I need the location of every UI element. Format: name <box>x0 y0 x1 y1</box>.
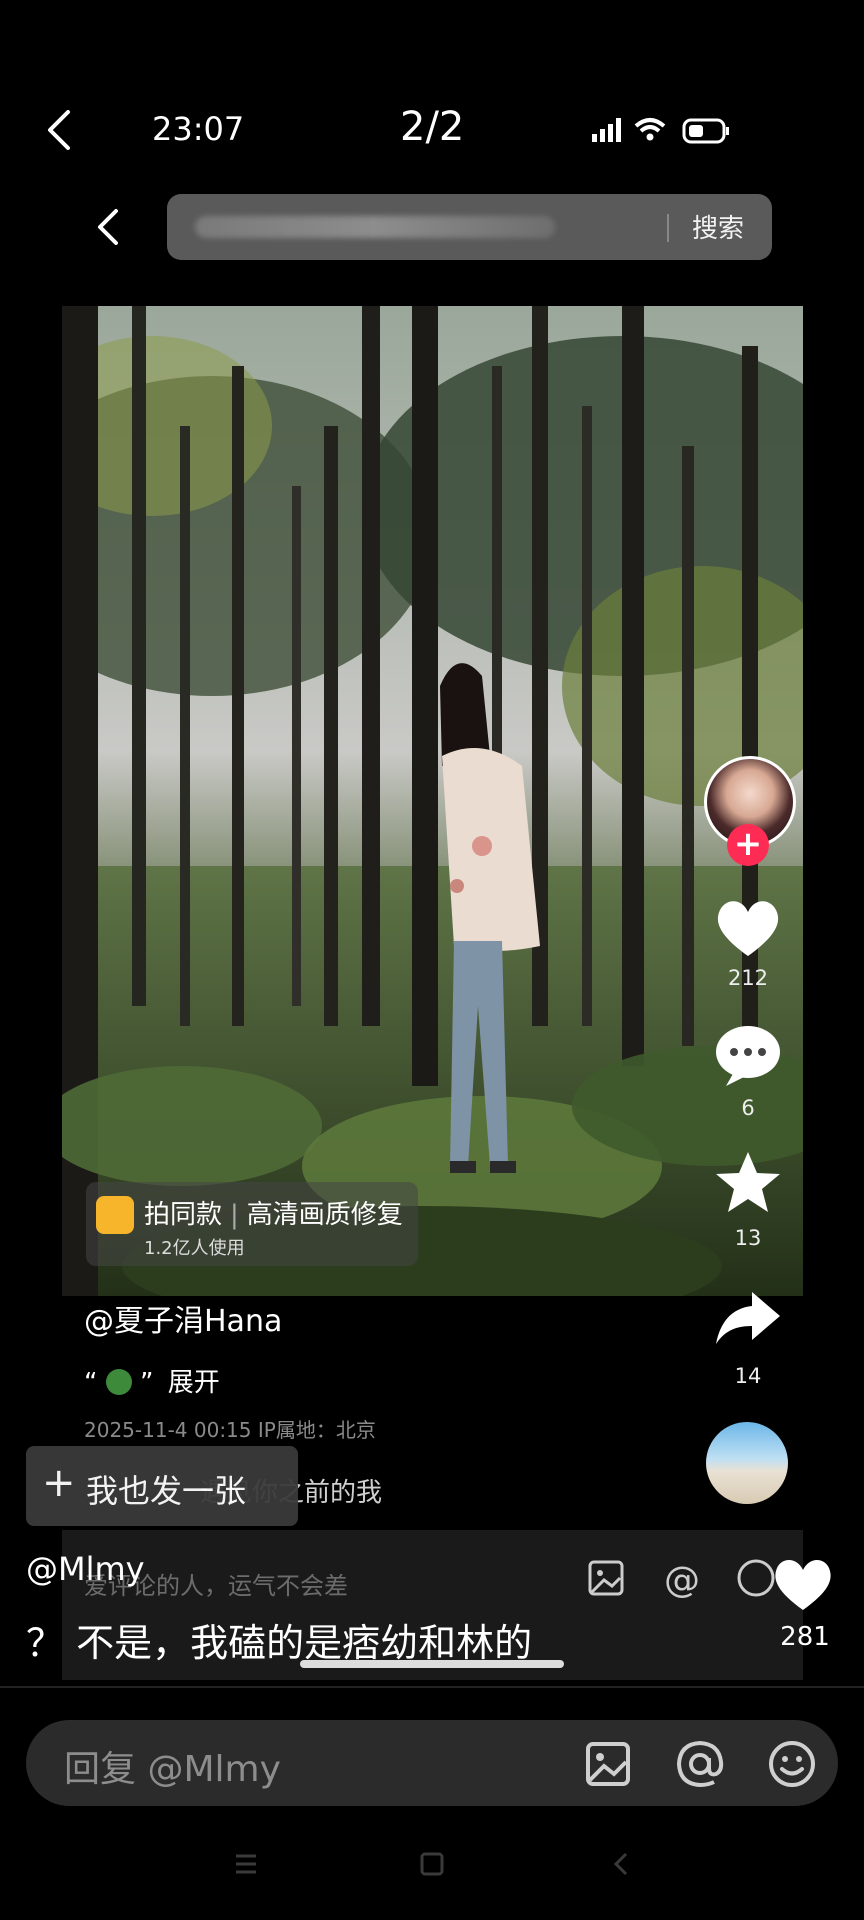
comment-like-count: 281 <box>780 1622 830 1652</box>
music-disc[interactable] <box>706 1422 788 1504</box>
sparkle-icon <box>96 1196 134 1234</box>
post-description[interactable]: “ ” 展开 <box>84 1362 220 1399</box>
comment-heart-icon[interactable] <box>770 1554 836 1614</box>
system-nav-bar <box>236 1852 628 1876</box>
clock: 23:07 <box>152 110 245 148</box>
search-divider <box>667 214 669 242</box>
signal-wifi-battery-icons <box>592 118 729 144</box>
home-icon[interactable] <box>420 1852 444 1876</box>
template-usage: 1.2亿人使用 <box>144 1238 245 1259</box>
home-indicator <box>300 1660 564 1668</box>
menu-icon[interactable] <box>236 1854 256 1874</box>
post-too-label: 我也发一张 <box>86 1472 247 1510</box>
back-icon[interactable] <box>40 108 80 152</box>
comment-text: ？ 不是，我磕的是痞幼和林的 <box>26 1621 533 1665</box>
follow-plus-icon[interactable]: + <box>727 824 769 866</box>
post-too-button[interactable]: + 我也发一张 <box>26 1446 298 1526</box>
nav-back-icon[interactable] <box>613 1852 628 1876</box>
reply-input[interactable]: 回复 @Mlmy <box>26 1720 838 1806</box>
divider <box>0 1686 864 1688</box>
svg-text:@: @ <box>664 1560 700 1601</box>
comment-icon[interactable] <box>712 1024 784 1088</box>
post-meta: 2025-11-4 00:15 IP属地：北京 <box>84 1418 376 1442</box>
status-bar: 23:07 2/2 <box>0 100 864 160</box>
plus-icon: + <box>42 1460 76 1506</box>
emoji-icon[interactable] <box>766 1738 818 1790</box>
template-label: 拍同款 | 高清画质修复 <box>144 1200 403 1230</box>
blurred-query <box>195 216 555 238</box>
comment-username[interactable]: @Mlmy <box>26 1550 145 1588</box>
search-back-icon[interactable] <box>90 205 126 249</box>
like-count: 212 <box>727 966 769 990</box>
author-handle[interactable]: @夏子涓Hana <box>84 1296 282 1340</box>
search-button[interactable]: 搜索 <box>692 208 744 245</box>
template-badge[interactable]: 拍同款 | 高清画质修复 1.2亿人使用 <box>86 1182 418 1266</box>
favorite-count: 13 <box>734 1226 762 1250</box>
share-icon[interactable] <box>712 1286 784 1350</box>
search-bar[interactable]: 搜索 <box>167 194 772 260</box>
comment-count: 6 <box>741 1096 755 1120</box>
mention-icon[interactable] <box>674 1738 726 1790</box>
post-photo[interactable] <box>62 306 803 1296</box>
tree-emoji-icon <box>105 1369 132 1395</box>
comment-tool-icons: @ <box>588 1559 775 1601</box>
expand-link[interactable]: 展开 <box>168 1368 220 1398</box>
share-count: 14 <box>734 1364 762 1388</box>
heart-icon[interactable] <box>712 896 784 960</box>
reply-placeholder: 回复 @Mlmy <box>64 1749 281 1790</box>
star-icon[interactable] <box>712 1150 784 1214</box>
forest-image <box>62 306 803 1296</box>
image-counter: 2/2 <box>400 104 465 150</box>
image-icon[interactable] <box>582 1738 634 1790</box>
